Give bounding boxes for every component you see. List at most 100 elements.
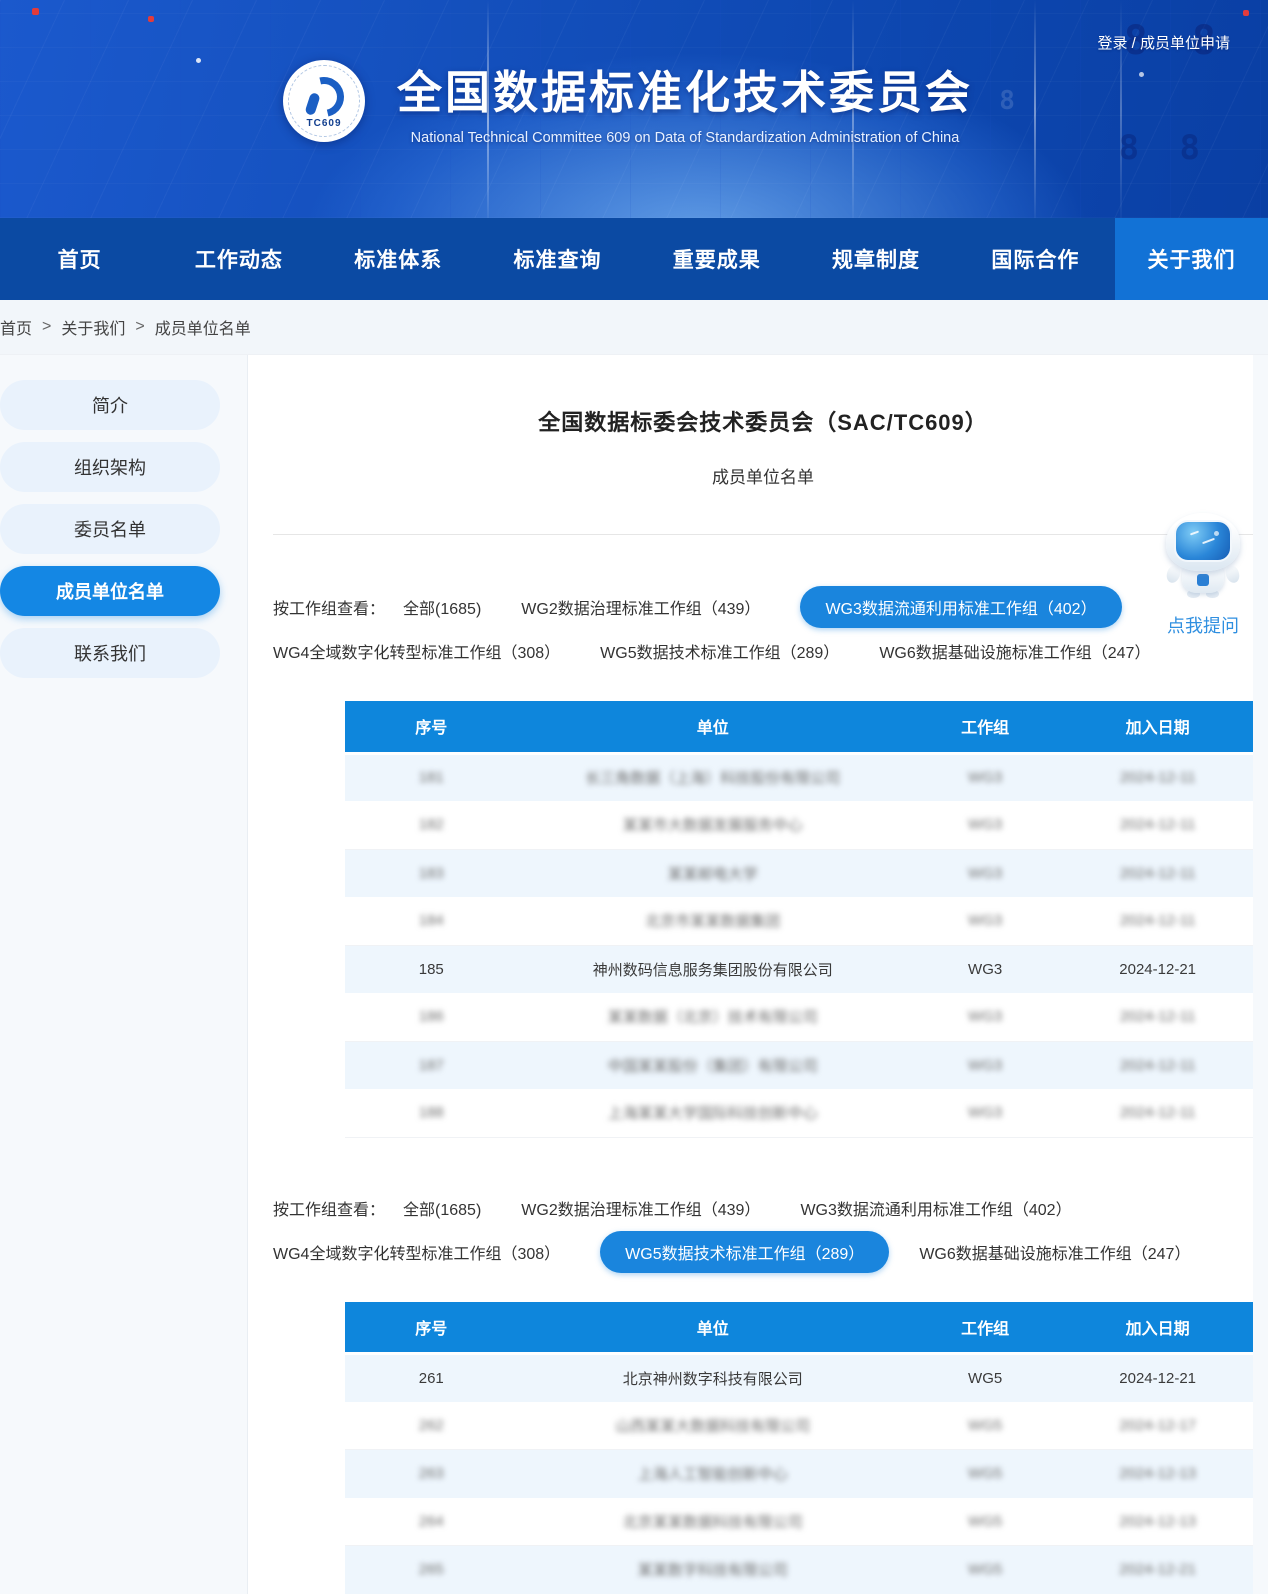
sidebar: 简介 组织架构 委员名单 成员单位名单 联系我们 xyxy=(0,355,220,1594)
assistant-robot-icon[interactable] xyxy=(1166,513,1240,598)
robot-face-screen xyxy=(1174,520,1232,562)
cell-date: 2024-12-17 xyxy=(1062,1402,1253,1450)
hero-white-dot xyxy=(196,58,201,63)
cell-no: 184 xyxy=(345,897,518,945)
filter-option-all[interactable]: 全部(1685) xyxy=(403,595,481,619)
breadcrumb-home[interactable]: 首页 xyxy=(0,315,32,339)
filter-option-wg2[interactable]: WG2数据治理标准工作组（439） xyxy=(521,595,760,619)
filter-option-wg5-selected[interactable]: WG5数据技术标准工作组（289） xyxy=(600,1231,889,1273)
cell-date: 2024-12-11 xyxy=(1062,1089,1253,1137)
cell-wg: WG3 xyxy=(908,945,1062,993)
cell-unit: 某某市大数据发展服务中心 xyxy=(518,801,908,849)
cell-no: 186 xyxy=(345,993,518,1041)
cell-wg: WG3 xyxy=(908,993,1062,1041)
breadcrumb-about[interactable]: 关于我们 xyxy=(61,315,125,339)
nav-item-international[interactable]: 国际合作 xyxy=(956,218,1115,300)
filter-option-wg5[interactable]: WG5数据技术标准工作组（289） xyxy=(600,639,839,663)
site-subtitle-en: National Technical Committee 609 on Data… xyxy=(385,130,985,146)
nav-item-about-us[interactable]: 关于我们 xyxy=(1115,218,1268,300)
cell-unit: 长三角数据（上海）科技股份有限公司 xyxy=(518,753,908,801)
table-row: 263上海人工智能创新中心WG52024-12-13 xyxy=(345,1450,1253,1498)
cell-unit: 某某邮电大学 xyxy=(518,849,908,897)
logo-d-swoosh-icon xyxy=(296,69,351,124)
breadcrumb-current: 成员单位名单 xyxy=(155,315,251,339)
table-row: 183某某邮电大学WG32024-12-11 xyxy=(345,849,1253,897)
logo-code-label: TC609 xyxy=(306,118,341,129)
cell-unit: 北京某某数据科技有限公司 xyxy=(518,1498,908,1546)
filter-section-wg3: 按工作组查看： 全部(1685) WG2数据治理标准工作组（439） WG3数据… xyxy=(273,585,1253,673)
hero-banner: 8 8 8 8 8 8 登录 / 成员单位申请 TC609 全国数据标准化技术委… xyxy=(0,0,1268,218)
cell-wg: WG5 xyxy=(908,1546,1062,1594)
login-member-apply-link[interactable]: 登录 / 成员单位申请 xyxy=(1097,32,1230,53)
cell-no: 263 xyxy=(345,1450,518,1498)
cell-unit: 上海人工智能创新中心 xyxy=(518,1450,908,1498)
hero-digits-deco: 8 8 xyxy=(1119,128,1210,168)
member-table-wg5: 序号 单位 工作组 加入日期 261北京神州数字科技有限公司WG52024-12… xyxy=(345,1302,1253,1594)
cell-date: 2024-12-11 xyxy=(1062,993,1253,1041)
site-brand: TC609 全国数据标准化技术委员会 National Technical Co… xyxy=(283,56,985,146)
cell-wg: WG3 xyxy=(908,753,1062,801)
member-table-body: 261北京神州数字科技有限公司WG52024-12-21262山西某某大数据科技… xyxy=(345,1354,1253,1594)
table-row: 187中国某某股份（集团）有限公司WG32024-12-11 xyxy=(345,1041,1253,1089)
filter-option-wg6[interactable]: WG6数据基础设施标准工作组（247） xyxy=(919,1240,1190,1264)
content-area: 简介 组织架构 委员名单 成员单位名单 联系我们 全国数据标委会技术委员会（SA… xyxy=(0,355,1268,1594)
nav-item-regulations[interactable]: 规章制度 xyxy=(796,218,955,300)
nav-item-achievements[interactable]: 重要成果 xyxy=(637,218,796,300)
cell-no: 188 xyxy=(345,1089,518,1137)
col-header-unit: 单位 xyxy=(518,701,908,753)
filter-label: 按工作组查看： xyxy=(273,595,385,619)
cell-wg: WG3 xyxy=(908,849,1062,897)
sidebar-item-committee-list[interactable]: 委员名单 xyxy=(0,504,220,554)
nav-item-news[interactable]: 工作动态 xyxy=(159,218,318,300)
tc609-logo: TC609 xyxy=(283,60,365,142)
table-row: 265某某数字科技有限公司WG52024-12-21 xyxy=(345,1546,1253,1594)
col-header-workgroup: 工作组 xyxy=(908,1302,1062,1354)
cell-no: 261 xyxy=(345,1354,518,1402)
cell-no: 182 xyxy=(345,801,518,849)
nav-item-standard-search[interactable]: 标准查询 xyxy=(478,218,637,300)
nav-item-standard-system[interactable]: 标准体系 xyxy=(319,218,478,300)
cell-unit: 某某数据（北京）技术有限公司 xyxy=(518,993,908,1041)
filter-option-wg4[interactable]: WG4全域数字化转型标准工作组（308） xyxy=(273,1240,560,1264)
col-header-join-date: 加入日期 xyxy=(1062,1302,1253,1354)
cell-wg: WG5 xyxy=(908,1450,1062,1498)
page-title: 全国数据标委会技术委员会（SAC/TC609） xyxy=(273,405,1253,437)
cell-wg: WG3 xyxy=(908,801,1062,849)
cell-unit: 北京神州数字科技有限公司 xyxy=(518,1354,908,1402)
breadcrumb-separator: > xyxy=(135,318,144,336)
filter-option-wg3[interactable]: WG3数据流通利用标准工作组（402） xyxy=(800,1196,1071,1220)
filter-option-wg6[interactable]: WG6数据基础设施标准工作组（247） xyxy=(879,639,1150,663)
col-header-workgroup: 工作组 xyxy=(908,701,1062,753)
table-row: 186某某数据（北京）技术有限公司WG32024-12-11 xyxy=(345,993,1253,1041)
hero-red-dot xyxy=(32,8,39,15)
table-row: 184北京市某某数据集团WG32024-12-11 xyxy=(345,897,1253,945)
sidebar-item-contact[interactable]: 联系我们 xyxy=(0,628,220,678)
filter-option-wg2[interactable]: WG2数据治理标准工作组（439） xyxy=(521,1196,760,1220)
page-subtitle: 成员单位名单 xyxy=(273,463,1253,488)
cell-unit: 神州数码信息服务集团股份有限公司 xyxy=(518,945,908,993)
cell-date: 2024-12-11 xyxy=(1062,897,1253,945)
table-row: 262山西某某大数据科技有限公司WG52024-12-17 xyxy=(345,1402,1253,1450)
robot-chest-badge xyxy=(1197,574,1209,586)
sidebar-item-member-units[interactable]: 成员单位名单 xyxy=(0,566,220,616)
assistant-ask-label[interactable]: 点我提问 xyxy=(1155,612,1251,638)
sidebar-item-structure[interactable]: 组织架构 xyxy=(0,442,220,492)
cell-unit: 中国某某股份（集团）有限公司 xyxy=(518,1041,908,1089)
cell-wg: WG5 xyxy=(908,1498,1062,1546)
filter-option-wg3-selected[interactable]: WG3数据流通利用标准工作组（402） xyxy=(800,586,1121,628)
sidebar-item-intro[interactable]: 简介 xyxy=(0,380,220,430)
cell-no: 181 xyxy=(345,753,518,801)
filter-option-wg4[interactable]: WG4全域数字化转型标准工作组（308） xyxy=(273,639,560,663)
robot-arm xyxy=(1224,563,1242,584)
filter-label: 按工作组查看： xyxy=(273,1196,385,1220)
col-header-unit: 单位 xyxy=(518,1302,908,1354)
assistant-widget[interactable]: 点我提问 xyxy=(1155,513,1251,638)
cell-date: 2024-12-21 xyxy=(1062,1354,1253,1402)
filter-option-all[interactable]: 全部(1685) xyxy=(403,1196,481,1220)
nav-item-home[interactable]: 首页 xyxy=(0,218,159,300)
cell-wg: WG3 xyxy=(908,1041,1062,1089)
hero-light-line xyxy=(1034,0,1036,218)
table-row: 264北京某某数据科技有限公司WG52024-12-13 xyxy=(345,1498,1253,1546)
breadcrumb-separator: > xyxy=(42,318,51,336)
cell-date: 2024-12-21 xyxy=(1062,945,1253,993)
